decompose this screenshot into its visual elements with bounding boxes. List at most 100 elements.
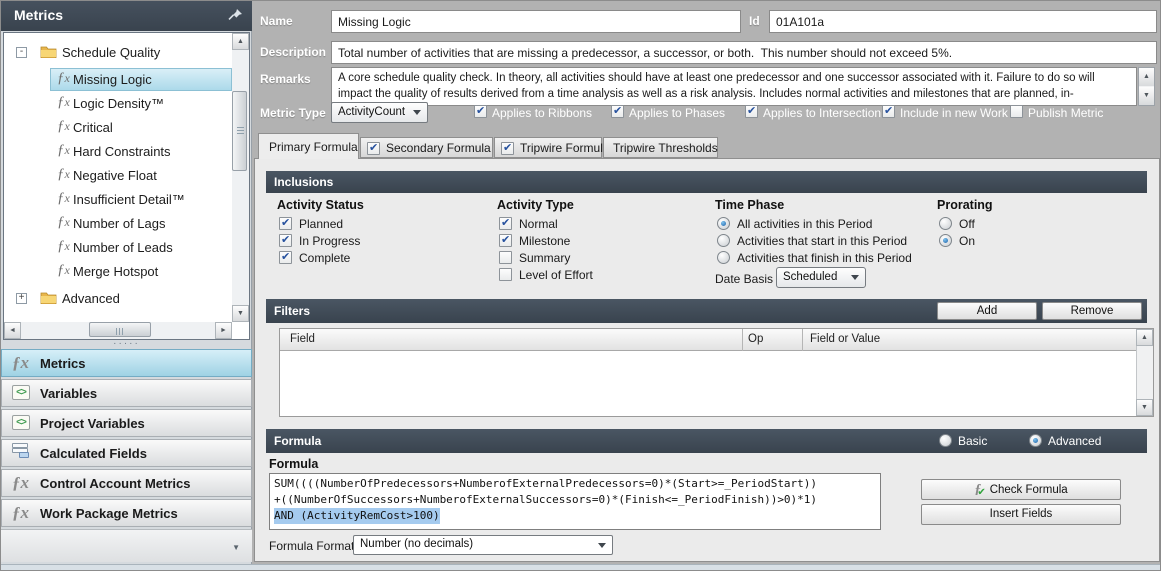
column-op[interactable]: Op [748,333,763,345]
remarks-scrollbar[interactable]: ▲ ▼ [1138,67,1155,106]
collapse-expander-icon[interactable]: + [16,293,27,304]
metric-type-value: ActivityCount [338,106,405,118]
tree-item-logic-density[interactable]: ƒx Logic Density™ [4,92,232,116]
sidebar-nav-metrics[interactable]: ƒx Metrics [1,349,252,377]
prorating-off-radio[interactable] [939,217,952,230]
normal-checkbox[interactable] [499,217,512,230]
chevron-down-icon [851,275,859,280]
splitter-handle[interactable]: ····· [1,341,252,348]
tree-item-hard-constraints[interactable]: ƒx Hard Constraints [4,140,232,164]
remove-filter-button[interactable]: Remove [1042,302,1142,320]
sidebar-nav-work-package-metrics[interactable]: ƒx Work Package Metrics [1,499,252,527]
window-bottom-strip [1,564,1161,571]
scroll-left-icon[interactable]: ◄ [4,322,21,339]
nav-label: Project Variables [40,416,145,431]
advanced-mode-radio[interactable] [1029,434,1042,447]
tripwire-formula-checkbox[interactable] [501,142,514,155]
basic-mode-radio[interactable] [939,434,952,447]
date-basis-dropdown[interactable]: Scheduled [776,267,866,288]
include-in-new-workbook-checkbox[interactable] [882,105,895,118]
scroll-down-icon[interactable]: ▼ [232,305,249,322]
check-formula-button[interactable]: ƒ✔Check Formula [921,479,1121,500]
tree-item-number-of-lags[interactable]: ƒx Number of Lags [4,212,232,236]
formula-format-label: Formula Format [269,539,354,553]
tree-item-label: Negative Float [73,168,157,183]
publish-metric-checkbox[interactable] [1010,105,1023,118]
secondary-formula-checkbox[interactable] [367,142,380,155]
normal-label: Normal [519,217,558,231]
chevron-down-icon[interactable]: ▼ [232,543,240,552]
column-field-or-value[interactable]: Field or Value [810,333,880,345]
variable-icon: <> [12,383,34,403]
tree-item-negative-float[interactable]: ƒx Negative Float [4,164,232,188]
id-input[interactable] [769,10,1157,33]
tab-tripwire-formula[interactable]: Tripwire Formula [494,137,602,158]
metric-type-dropdown[interactable]: ActivityCount [331,102,428,123]
scroll-up-icon[interactable]: ▲ [1139,68,1154,86]
name-input[interactable] [331,10,741,33]
tree-vertical-scrollbar[interactable]: ▲ ▼ [232,33,249,322]
chevron-down-icon [598,543,606,548]
tree-horizontal-scrollbar[interactable]: ◄ ► [4,322,232,339]
tree-item-label: Number of Leads [73,240,173,255]
nav-overflow-area[interactable]: ▼ [1,529,252,562]
all-activities-radio[interactable] [717,217,730,230]
level-of-effort-label: Level of Effort [519,268,593,282]
remarks-textarea[interactable]: A core schedule quality check. In theory… [331,67,1137,106]
fx-icon: ƒx [57,166,70,183]
tree-folder-label: Schedule Quality [62,45,160,60]
finish-in-period-radio[interactable] [717,251,730,264]
main-editor: Name Id Description Remarks A core sched… [252,1,1161,564]
complete-label: Complete [299,251,350,265]
sidebar-nav-variables[interactable]: <> Variables [1,379,252,407]
scroll-down-icon[interactable]: ▼ [1139,87,1154,105]
sidebar-nav-project-variables[interactable]: <> Project Variables [1,409,252,437]
summary-checkbox[interactable] [499,251,512,264]
add-filter-button[interactable]: Add [937,302,1037,320]
applies-to-intersection-checkbox[interactable] [745,105,758,118]
tree-item-missing-logic[interactable]: ƒx Missing Logic [4,68,232,92]
scroll-down-icon[interactable]: ▼ [1136,399,1153,416]
formula-editor[interactable]: SUM((((NumberOfPredecessors+NumberofExte… [269,473,881,530]
auto-hide-pin-icon[interactable] [227,8,243,24]
sidebar-nav-control-account-metrics[interactable]: ƒx Control Account Metrics [1,469,252,497]
metric-type-label: Metric Type [260,106,326,120]
planned-checkbox[interactable] [279,217,292,230]
sidebar-nav-calculated-fields[interactable]: Calculated Fields [1,439,252,467]
filters-scrollbar[interactable]: ▲ ▼ [1136,329,1153,416]
tree-folder-advanced[interactable]: + Advanced [4,287,232,311]
tree-item-merge-hotspot[interactable]: ƒx Merge Hotspot [4,260,232,284]
scroll-right-icon[interactable]: ► [215,322,232,339]
formula-format-dropdown[interactable]: Number (no decimals) [353,535,613,555]
in-progress-checkbox[interactable] [279,234,292,247]
scrollbar-thumb[interactable] [232,91,247,171]
collapse-expander-icon[interactable]: - [16,47,27,58]
scroll-up-icon[interactable]: ▲ [232,33,249,50]
tab-primary-formula[interactable]: Primary Formula [258,133,359,159]
applies-to-ribbons-checkbox[interactable] [474,105,487,118]
summary-label: Summary [519,251,570,265]
nav-label: Calculated Fields [40,446,147,461]
insert-fields-button[interactable]: Insert Fields [921,504,1121,525]
description-input[interactable] [331,41,1157,64]
scroll-up-icon[interactable]: ▲ [1136,329,1153,346]
tree-folder-schedule-quality[interactable]: - Schedule Quality [4,41,232,65]
tab-label: Secondary Formula [386,141,491,155]
tab-tripwire-thresholds[interactable]: Tripwire Thresholds [603,137,718,158]
tree-item-label: Hard Constraints [73,144,171,159]
tree-item-number-of-leads[interactable]: ƒx Number of Leads [4,236,232,260]
tab-secondary-formula[interactable]: Secondary Formula [360,137,493,158]
start-in-period-radio[interactable] [717,234,730,247]
date-basis-label: Date Basis [715,272,773,286]
milestone-checkbox[interactable] [499,234,512,247]
tree-item-critical[interactable]: ƒx Critical [4,116,232,140]
variable-icon: <> [12,413,34,433]
inclusions-title: Inclusions [274,175,333,189]
applies-to-phases-checkbox[interactable] [611,105,624,118]
tree-item-insufficient-detail[interactable]: ƒx Insufficient Detail™ [4,188,232,212]
level-of-effort-checkbox[interactable] [499,268,512,281]
prorating-on-radio[interactable] [939,234,952,247]
complete-checkbox[interactable] [279,251,292,264]
column-field[interactable]: Field [290,333,315,345]
scrollbar-thumb[interactable] [89,322,151,337]
